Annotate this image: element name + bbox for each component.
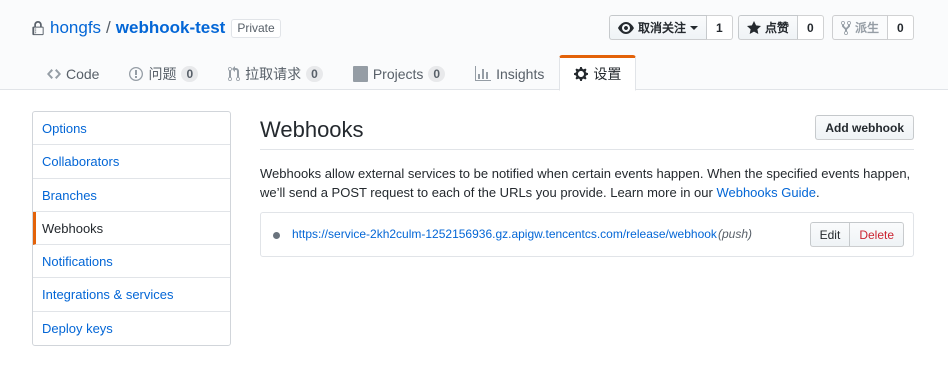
- tab-insights[interactable]: Insights: [460, 55, 559, 90]
- project-icon: [352, 65, 368, 82]
- private-badge: Private: [231, 18, 281, 38]
- tab-counter: 0: [306, 65, 323, 82]
- star-count[interactable]: 0: [798, 15, 824, 40]
- tab-label: Projects: [372, 65, 424, 82]
- star-group: 点赞 0: [738, 15, 824, 40]
- delete-button[interactable]: Delete: [850, 222, 904, 247]
- lock-icon: [32, 20, 44, 35]
- graph-icon: [475, 65, 492, 81]
- fork-button[interactable]: 派生: [832, 15, 889, 40]
- webhook-event: (push): [718, 227, 753, 241]
- webhook-url-link[interactable]: https://service-2kh2culm-1252156936.gz.a…: [292, 227, 717, 241]
- star-button[interactable]: 点赞: [738, 15, 799, 40]
- sidebar-item-deploy-keys[interactable]: Deploy keys: [33, 312, 230, 345]
- tab-label: 问题: [148, 65, 177, 82]
- repo-nav-tabs: Code 问题 0 拉取请求 0 Projects 0 Insights 设置: [32, 55, 637, 91]
- webhooks-content: Webhooks Add webhook Webhooks allow exte…: [260, 111, 914, 257]
- gear-icon: [574, 67, 589, 81]
- webhooks-description: Webhooks allow external services to be n…: [260, 164, 914, 202]
- status-dot-icon: [273, 232, 280, 239]
- watch-group: 取消关注 1: [609, 15, 733, 40]
- sidebar-item-integrations[interactable]: Integrations & services: [33, 278, 230, 312]
- tab-counter: 0: [428, 65, 446, 82]
- repo-owner-link[interactable]: hongfs: [50, 18, 101, 38]
- sidebar-item-branches[interactable]: Branches: [33, 179, 230, 212]
- watch-count[interactable]: 1: [707, 15, 733, 40]
- fork-count[interactable]: 0: [888, 15, 914, 40]
- webhook-list-item: https://service-2kh2culm-1252156936.gz.a…: [260, 212, 914, 257]
- code-icon: [47, 68, 61, 79]
- webhook-actions: Edit Delete: [809, 222, 904, 247]
- settings-sidebar: Options Collaborators Branches Webhooks …: [32, 111, 231, 347]
- tab-label: 设置: [593, 66, 622, 82]
- fork-group: 派生 0: [832, 15, 914, 40]
- tab-issues[interactable]: 问题 0: [114, 55, 213, 90]
- path-separator: /: [106, 18, 111, 37]
- caret-down-icon: [690, 25, 699, 30]
- pull-request-icon: [228, 65, 241, 81]
- subhead: Webhooks Add webhook: [260, 111, 914, 150]
- fork-label: 派生: [855, 21, 880, 35]
- tab-label: Insights: [496, 65, 545, 82]
- edit-button[interactable]: Edit: [809, 222, 851, 247]
- tab-settings[interactable]: 设置: [559, 55, 637, 91]
- tab-projects[interactable]: Projects 0: [338, 55, 460, 90]
- sidebar-item-collaborators[interactable]: Collaborators: [33, 145, 230, 179]
- page-title: Webhooks: [260, 117, 364, 142]
- star-label: 点赞: [765, 21, 790, 35]
- eye-icon: [618, 21, 634, 34]
- star-icon: [747, 20, 761, 34]
- webhooks-guide-link[interactable]: Webhooks Guide: [716, 185, 816, 200]
- tab-label: 拉取请求: [245, 65, 302, 82]
- description-end: .: [815, 185, 820, 200]
- tab-label: Code: [66, 65, 100, 82]
- watch-label: 取消关注: [638, 21, 687, 35]
- repo-name-link[interactable]: webhook-test: [116, 18, 226, 38]
- repo-header: hongfs / webhook-test Private 取消关注 1 点赞 …: [0, 0, 948, 91]
- tab-code[interactable]: Code: [32, 55, 114, 90]
- fork-icon: [841, 20, 851, 35]
- sidebar-item-options[interactable]: Options: [33, 112, 230, 146]
- sidebar-item-webhooks[interactable]: Webhooks: [33, 211, 230, 246]
- sidebar-item-notifications[interactable]: Notifications: [33, 245, 230, 279]
- add-webhook-button[interactable]: Add webhook: [815, 115, 914, 140]
- watch-button[interactable]: 取消关注: [609, 15, 708, 40]
- tab-pull-requests[interactable]: 拉取请求 0: [213, 55, 338, 90]
- tab-counter: 0: [181, 65, 199, 82]
- repo-title: hongfs / webhook-test Private: [32, 16, 281, 40]
- issue-icon: [129, 66, 144, 81]
